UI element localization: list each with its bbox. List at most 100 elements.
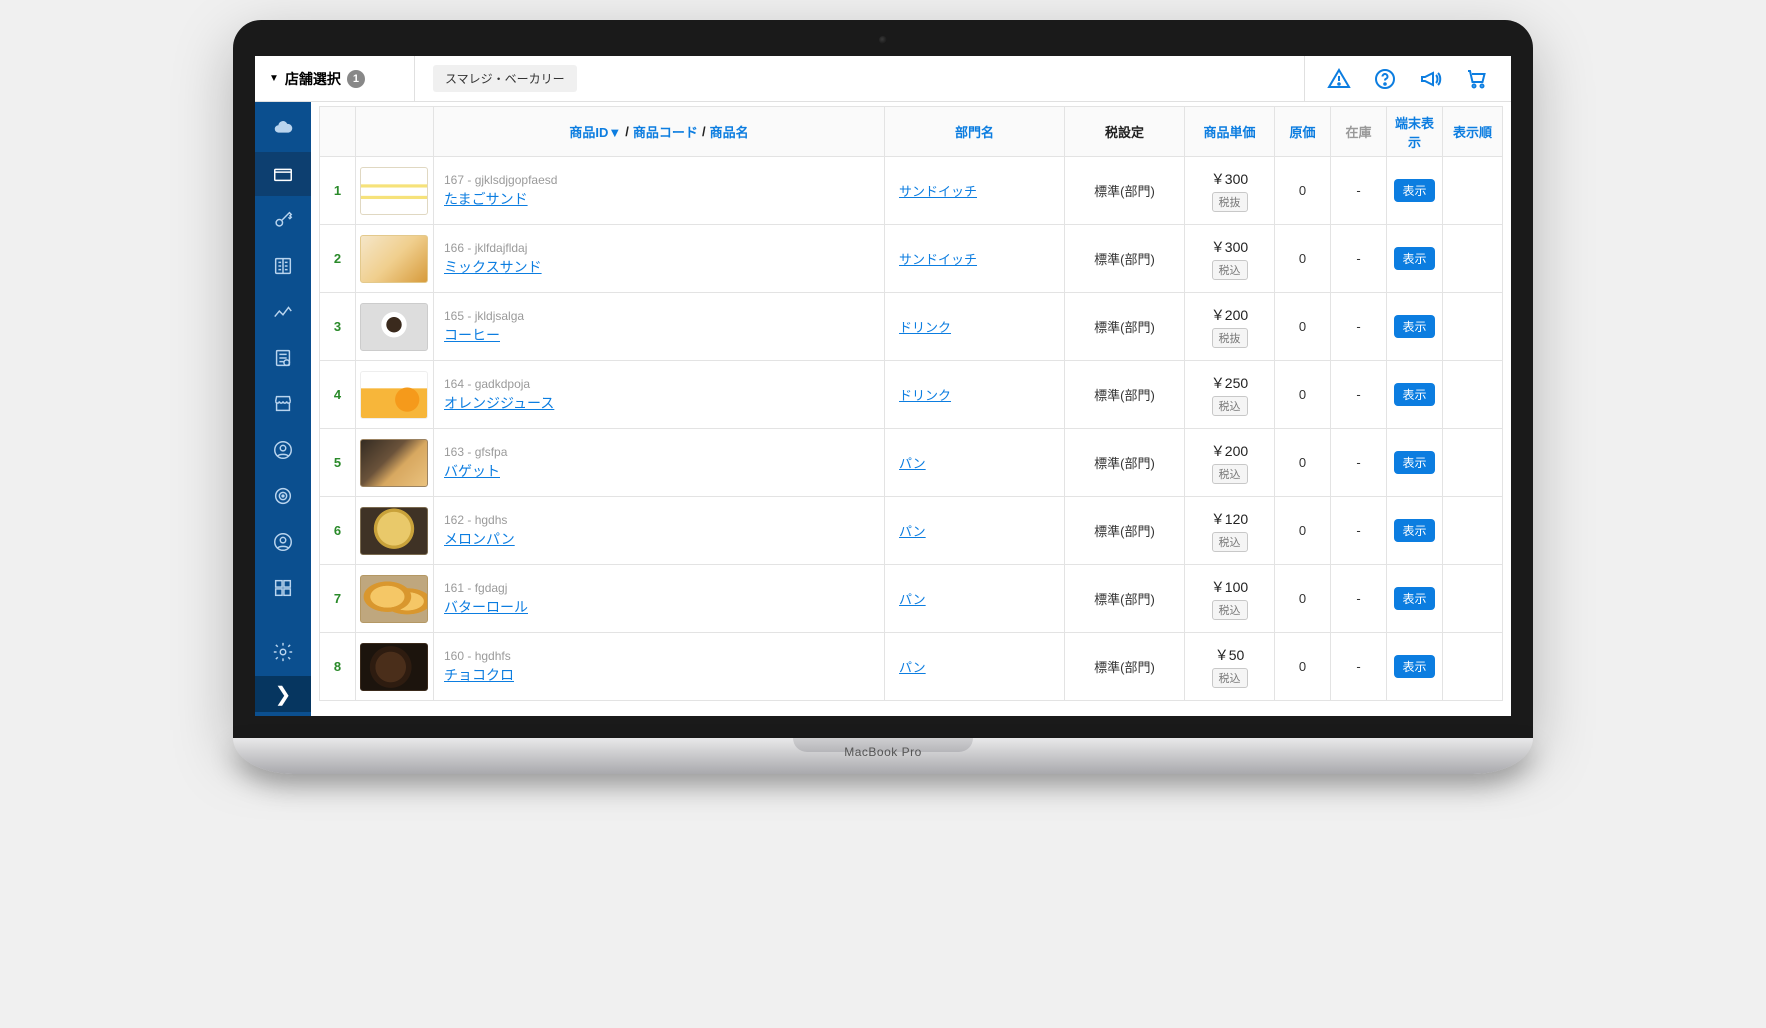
sidebar-item-account[interactable] — [255, 520, 311, 564]
price-value: ￥100 — [1191, 577, 1268, 597]
row-stock-cell: - — [1331, 633, 1387, 701]
row-cost-cell: 0 — [1275, 429, 1331, 497]
product-name-link[interactable]: バゲット — [444, 463, 500, 479]
sidebar-item-settings[interactable] — [255, 630, 311, 674]
row-tax-cell: 標準(部門) — [1065, 361, 1185, 429]
announce-icon[interactable] — [1419, 67, 1443, 91]
product-name: チョコクロ — [444, 665, 874, 685]
row-display-cell: 表示 — [1387, 565, 1443, 633]
row-order-cell — [1443, 293, 1503, 361]
alert-icon[interactable] — [1327, 67, 1351, 91]
laptop-brand-label: MacBook Pro — [233, 745, 1533, 759]
col-tax-header[interactable]: 税設定 — [1065, 107, 1185, 157]
row-price-cell: ￥120 税込 — [1185, 497, 1275, 565]
product-id-code: 166 - jklfdajfldaj — [444, 241, 874, 255]
row-order-cell — [1443, 361, 1503, 429]
department-link[interactable]: パン — [899, 524, 926, 539]
col-cost-header[interactable]: 原価 — [1275, 107, 1331, 157]
app-body: ❯ 商品ID▼ — [255, 102, 1511, 716]
row-thumb-cell — [356, 157, 434, 225]
row-name-cell: 164 - gadkdpoja オレンジジュース — [434, 361, 885, 429]
product-thumbnail[interactable] — [360, 643, 428, 691]
sidebar-item-grid[interactable] — [255, 566, 311, 610]
col-product-id-label: 商品ID▼ — [569, 122, 621, 141]
product-name-link[interactable]: チョコクロ — [444, 667, 514, 683]
laptop-base: MacBook Pro — [233, 738, 1533, 774]
department-link[interactable]: パン — [899, 660, 926, 675]
sidebar-item-store[interactable] — [255, 382, 311, 426]
row-tax-cell: 標準(部門) — [1065, 429, 1185, 497]
product-id-code: 160 - hgdhfs — [444, 649, 874, 663]
product-thumbnail[interactable] — [360, 371, 428, 419]
app-header: ▼ 店舗選択 1 スマレジ・ベーカリー — [255, 56, 1511, 102]
product-thumbnail[interactable] — [360, 235, 428, 283]
display-toggle-button[interactable]: 表示 — [1394, 247, 1434, 270]
product-name-link[interactable]: オレンジジュース — [444, 395, 554, 411]
price-value: ￥200 — [1191, 441, 1268, 461]
display-toggle-button[interactable]: 表示 — [1394, 519, 1434, 542]
cart-icon[interactable] — [1465, 67, 1489, 91]
sidebar-expand-button[interactable]: ❯ — [255, 676, 311, 712]
row-display-cell: 表示 — [1387, 225, 1443, 293]
product-id-code: 167 - gjklsdjgopfaesd — [444, 173, 874, 187]
product-thumbnail[interactable] — [360, 439, 428, 487]
display-toggle-button[interactable]: 表示 — [1394, 383, 1434, 406]
sidebar-item-report[interactable] — [255, 336, 311, 380]
col-stock-header[interactable]: 在庫 — [1331, 107, 1387, 157]
display-toggle-button[interactable]: 表示 — [1394, 315, 1434, 338]
col-name-header[interactable]: 商品ID▼ / 商品コード / 商品名 — [434, 107, 885, 157]
department-link[interactable]: パン — [899, 456, 926, 471]
store-name-label: スマレジ・ベーカリー — [433, 65, 577, 92]
sidebar-item-user[interactable] — [255, 428, 311, 472]
sidebar-item-target[interactable] — [255, 474, 311, 518]
product-name-link[interactable]: バターロール — [444, 599, 528, 615]
store-name-chip[interactable]: スマレジ・ベーカリー — [415, 56, 577, 101]
row-name-cell: 165 - jkldjsalga コーヒー — [434, 293, 885, 361]
row-cost-cell: 0 — [1275, 361, 1331, 429]
content-area: 商品ID▼ / 商品コード / 商品名 部門名 税設定 商品単価 — [311, 102, 1511, 716]
sidebar-item-key[interactable] — [255, 198, 311, 242]
row-name-cell: 162 - hgdhs メロンパン — [434, 497, 885, 565]
department-link[interactable]: サンドイッチ — [899, 184, 977, 199]
sidebar-item-cloud[interactable] — [255, 106, 311, 150]
table-row: 3 165 - jkldjsalga コーヒー ドリンク 標準(部門) ￥200… — [320, 293, 1503, 361]
row-index: 8 — [320, 633, 356, 701]
table-row: 6 162 - hgdhs メロンパン パン 標準(部門) ￥120 税込 0 … — [320, 497, 1503, 565]
price-value: ￥250 — [1191, 373, 1268, 393]
product-name-link[interactable]: コーヒー — [444, 327, 500, 343]
col-display-header[interactable]: 端末表示 — [1387, 107, 1443, 157]
department-link[interactable]: パン — [899, 592, 926, 607]
department-link[interactable]: サンドイッチ — [899, 252, 977, 267]
help-icon[interactable] — [1373, 67, 1397, 91]
col-price-header[interactable]: 商品単価 — [1185, 107, 1275, 157]
product-name-link[interactable]: メロンパン — [444, 531, 515, 547]
col-sep-1: / — [625, 124, 629, 139]
col-dept-header[interactable]: 部門名 — [885, 107, 1065, 157]
display-toggle-button[interactable]: 表示 — [1394, 451, 1434, 474]
product-thumbnail[interactable] — [360, 303, 428, 351]
product-thumbnail[interactable] — [360, 575, 428, 623]
table-row: 1 167 - gjklsdjgopfaesd たまごサンド サンドイッチ 標準… — [320, 157, 1503, 225]
sidebar-item-ledger[interactable] — [255, 244, 311, 288]
row-display-cell: 表示 — [1387, 361, 1443, 429]
product-thumbnail[interactable] — [360, 507, 428, 555]
display-toggle-button[interactable]: 表示 — [1394, 179, 1434, 202]
department-link[interactable]: ドリンク — [899, 320, 951, 335]
header-icon-group — [1304, 56, 1511, 101]
tax-mode-pill: 税込 — [1212, 396, 1248, 416]
row-price-cell: ￥300 税抜 — [1185, 157, 1275, 225]
sidebar-item-analytics[interactable] — [255, 290, 311, 334]
row-name-cell: 163 - gfsfpa バゲット — [434, 429, 885, 497]
sidebar-item-products[interactable] — [255, 152, 311, 196]
department-link[interactable]: ドリンク — [899, 388, 951, 403]
product-name-link[interactable]: ミックスサンド — [444, 259, 542, 275]
display-toggle-button[interactable]: 表示 — [1394, 655, 1434, 678]
product-thumbnail[interactable] — [360, 167, 428, 215]
product-name-link[interactable]: たまごサンド — [444, 191, 528, 207]
price-value: ￥50 — [1191, 645, 1268, 665]
col-order-header[interactable]: 表示順 — [1443, 107, 1503, 157]
row-order-cell — [1443, 157, 1503, 225]
row-cost-cell: 0 — [1275, 293, 1331, 361]
display-toggle-button[interactable]: 表示 — [1394, 587, 1434, 610]
store-select-dropdown[interactable]: ▼ 店舗選択 1 — [255, 56, 415, 101]
